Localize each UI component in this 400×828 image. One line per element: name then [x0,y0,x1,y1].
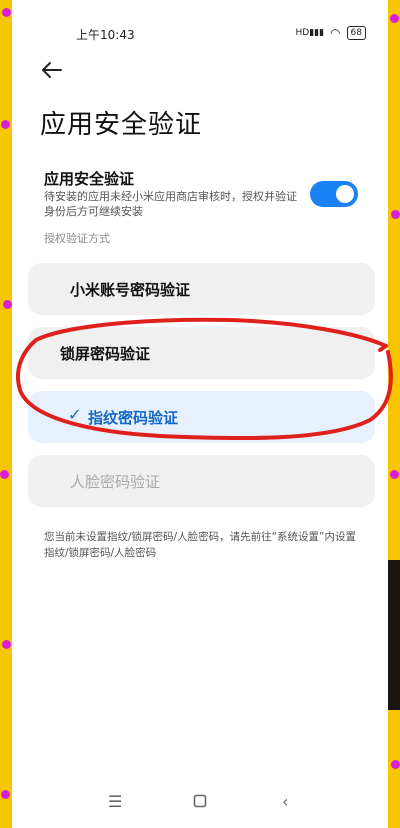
security-toggle-description: 待安装的应用未经小米应用商店审核时，授权并验证身份后方可继续安装 [44,190,297,218]
option-label: 人脸密码验证 [70,473,161,491]
signal-icon: HD▮▮▮ [295,28,325,38]
option-face[interactable]: 人脸密码验证 [28,455,375,507]
decor-dot [2,640,11,649]
security-toggle-switch[interactable] [310,181,358,207]
option-label: 锁屏密码验证 [60,345,151,363]
setup-note: 您当前未设置指纹/锁屏密码/人脸密码，请先前往“系统设置”内设置指纹/锁屏密码/… [44,531,356,559]
status-bar: 上午10:43 HD▮▮▮ ◠ 68 [12,24,388,44]
page-title: 应用安全验证 [40,110,203,140]
status-icons: HD▮▮▮ ◠ 68 [295,26,366,40]
menu-icon[interactable]: ☰ [108,792,122,811]
option-fingerprint[interactable]: ✓ 指纹密码验证 [28,391,375,443]
status-time: 上午10:43 [76,28,135,42]
wifi-icon: ◠ [330,26,341,40]
option-mi-account[interactable]: 小米账号密码验证 [28,263,375,315]
background-photo-edge [388,560,400,710]
decor-dot [1,120,10,129]
option-lockscreen[interactable]: 锁屏密码验证 [28,327,375,379]
phone-screen: 上午10:43 HD▮▮▮ ◠ 68 应用安全验证 应用安全验证 待安装的应用未… [12,0,388,828]
security-toggle-title: 应用安全验证 [44,170,135,188]
option-label: 小米账号密码验证 [70,281,191,299]
decor-dot [391,760,400,769]
toggle-knob [336,185,354,203]
auth-section-label: 授权验证方式 [44,232,110,245]
decor-dot [1,790,10,799]
arrow-left-icon[interactable] [40,58,64,82]
signal-tag: HD [295,28,310,38]
decor-dot [0,470,9,479]
decor-dot [391,210,400,219]
decor-dot [390,14,399,23]
decor-dot [3,300,12,309]
navigation-bar: ☰ ‹ [12,792,388,814]
decor-dot [2,8,11,17]
check-icon: ✓ [68,405,82,424]
option-label: 指纹密码验证 [88,409,179,427]
home-icon[interactable] [193,793,207,812]
decor-dot [390,470,399,479]
battery-icon: 68 [346,26,366,40]
back-icon[interactable]: ‹ [282,792,288,811]
